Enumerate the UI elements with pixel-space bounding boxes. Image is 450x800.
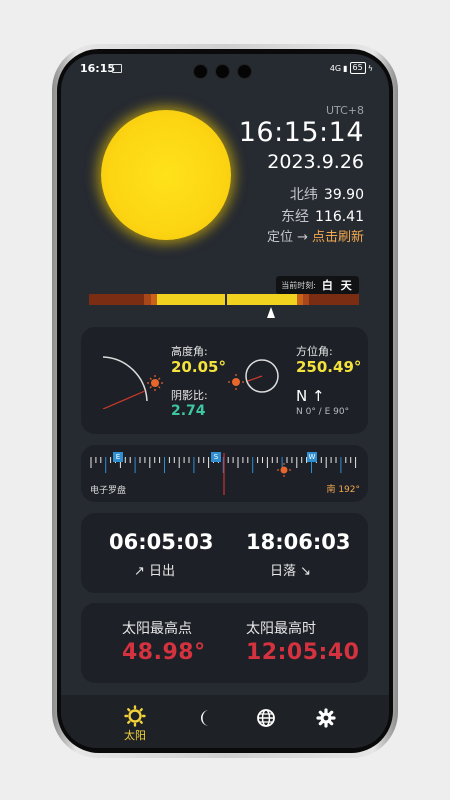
max-time-value: 12:05:40 bbox=[246, 640, 360, 665]
azimuth-value: 250.49° bbox=[296, 358, 362, 376]
altitude-value: 20.05° bbox=[171, 358, 226, 376]
azimuth-diagram-icon bbox=[228, 359, 279, 393]
battery-icon: 65 bbox=[349, 62, 366, 74]
max-time-label: 太阳最高时 bbox=[246, 621, 316, 637]
charging-icon: ϟ bbox=[367, 63, 373, 73]
globe-icon bbox=[257, 709, 275, 727]
shadow-ratio-value: 2.74 bbox=[171, 403, 206, 419]
moon-icon bbox=[201, 710, 209, 726]
compass-direction: 南 192° bbox=[326, 485, 360, 495]
notification-icon bbox=[112, 64, 122, 73]
longitude-label: 东经 bbox=[281, 209, 309, 225]
current-date: 2023.9.26 bbox=[267, 151, 364, 173]
night-segment bbox=[309, 294, 359, 305]
daylight-bar bbox=[89, 294, 359, 305]
sunset-time: 18:06:03 bbox=[246, 530, 351, 554]
sun-icon bbox=[124, 705, 146, 727]
signal-icon: ▮ bbox=[343, 63, 348, 73]
compass-marker-south: S bbox=[211, 452, 221, 462]
sun-angles-card: 高度角: 20.05° 阴影比: 2.74 方位角: 250.49° N ↑ N… bbox=[81, 327, 368, 434]
camera-lens bbox=[193, 64, 208, 79]
compass-scale bbox=[90, 453, 357, 495]
max-altitude-value: 48.98° bbox=[122, 640, 206, 665]
bottom-nav: 太阳 bbox=[61, 695, 389, 748]
locate-label: 定位 → bbox=[266, 230, 308, 245]
nav-tab-moon[interactable] bbox=[194, 708, 220, 734]
compass-label: 电子罗盘 bbox=[90, 486, 127, 496]
app-screen: 16:15 4G ▮ 65 ϟ UTC+8 16:15:14 2023.9.26… bbox=[61, 54, 389, 748]
timezone-label: UTC+8 bbox=[325, 104, 364, 117]
latitude-value: 39.90 bbox=[323, 187, 364, 203]
refresh-location-button[interactable]: 点击刷新 bbox=[312, 230, 364, 245]
north-coordinates: N 0° / E 90° bbox=[296, 407, 350, 417]
altitude-label: 高度角: bbox=[171, 345, 208, 358]
current-period-value: 白 天 bbox=[321, 279, 354, 292]
day-segment bbox=[157, 294, 225, 305]
max-altitude-label: 太阳最高点 bbox=[122, 621, 192, 637]
compass-card: E S W 电子罗盘 南 192° bbox=[81, 445, 368, 502]
sunrise-label: ↗ 日出 bbox=[134, 564, 176, 579]
camera-lens bbox=[237, 64, 252, 79]
north-indicator: N ↑ bbox=[296, 387, 325, 405]
shadow-ratio-label: 阴影比: bbox=[171, 389, 208, 402]
twilight-segment bbox=[144, 294, 151, 305]
sunrise-time: 06:05:03 bbox=[109, 530, 214, 554]
sun-graphic bbox=[101, 110, 231, 240]
latitude-label: 北纬 bbox=[289, 187, 318, 203]
azimuth-label: 方位角: bbox=[296, 345, 333, 358]
latitude-row: 北纬 39.90 bbox=[290, 184, 364, 204]
longitude-row: 东经 116.41 bbox=[281, 206, 364, 226]
current-period-badge: 当前时刻: 白 天 bbox=[276, 276, 359, 294]
status-time: 16:15 bbox=[80, 62, 116, 75]
night-segment bbox=[89, 294, 144, 305]
sunrise-sunset-card: 06:05:03 ↗ 日出 18:06:03 日落 ↘ bbox=[81, 513, 368, 593]
sunset-label: 日落 ↘ bbox=[270, 564, 312, 579]
current-period-label: 当前时刻: bbox=[281, 280, 316, 290]
camera-lens bbox=[215, 64, 230, 79]
settings-icon bbox=[316, 708, 336, 728]
nav-tab-settings[interactable] bbox=[313, 708, 339, 734]
longitude-value: 116.41 bbox=[315, 209, 364, 225]
compass-marker-east: E bbox=[113, 452, 123, 462]
location-row: 定位 → 点击刷新 bbox=[267, 226, 364, 245]
altitude-diagram-icon bbox=[102, 356, 163, 409]
status-indicators: 4G ▮ 65 ϟ bbox=[330, 62, 373, 74]
current-time: 16:15:14 bbox=[238, 117, 364, 148]
nav-tab-globe[interactable] bbox=[253, 708, 279, 734]
network-label: 4G bbox=[329, 63, 342, 73]
nav-tab-sun-label: 太阳 bbox=[124, 729, 146, 742]
day-segment bbox=[227, 294, 297, 305]
compass-marker-west: W bbox=[307, 452, 317, 462]
solar-noon-card: 太阳最高点 48.98° 太阳最高时 12:05:40 bbox=[81, 603, 368, 683]
current-time-marker bbox=[267, 307, 276, 318]
